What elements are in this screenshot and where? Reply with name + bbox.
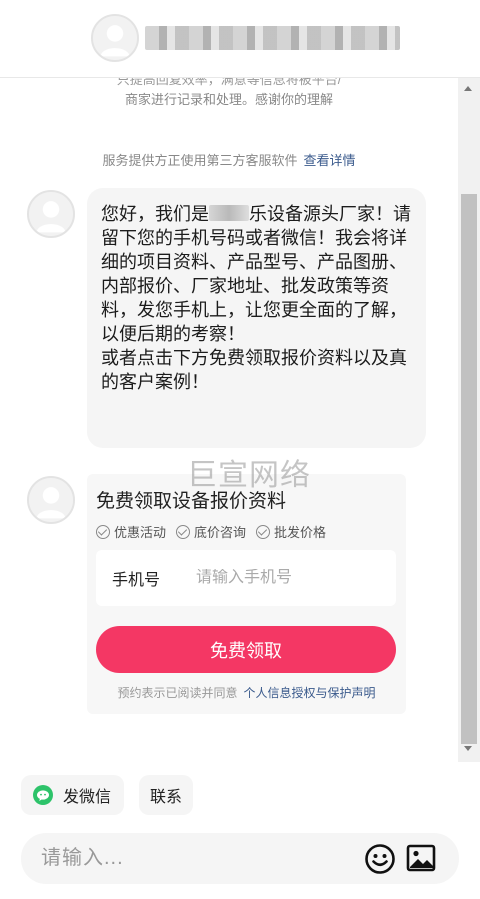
welcome-message-bubble: 您好，我们是 乐设备源头厂家！请留下您的手机号码或者微信！我会将详细的项目资料、产… <box>87 188 426 448</box>
send-wechat-label: 发微信 <box>63 789 112 806</box>
chat-scrollbar[interactable] <box>458 78 480 762</box>
check-circle-icon <box>256 524 271 539</box>
agreement-text: 预约表示已阅读并同意 <box>117 686 238 700</box>
view-details-link[interactable]: 查看详情 <box>304 153 356 168</box>
tag-label: 优惠活动 <box>114 525 167 540</box>
quote-request-form: 免费领取设备报价资料 优惠活动 底价咨询 批发价格 手机号 免费领取 预约表示已… <box>87 474 406 714</box>
message-text: 或者点击下方免费领取报价资料以及真的客户案例！ <box>101 348 407 392</box>
send-wechat-button[interactable]: 发微信 <box>21 775 124 815</box>
message-composer <box>21 833 459 884</box>
privacy-notice-line2: 商家进行记录和处理。感谢你的理解 <box>124 92 333 107</box>
agent-avatar <box>27 190 75 238</box>
scrollbar-thumb[interactable] <box>461 194 477 744</box>
agent-avatar <box>27 476 75 524</box>
check-circle-icon <box>96 524 110 539</box>
tag-label: 批发价格 <box>274 525 327 540</box>
service-note-text: 服务提供方正使用第三方客服软件 <box>102 153 298 168</box>
phone-input[interactable] <box>196 569 376 587</box>
contact-label: 联系 <box>149 789 182 806</box>
user-silhouette-icon <box>93 16 137 60</box>
message-text: 您好，我们是 <box>101 204 209 224</box>
phone-label: 手机号 <box>112 572 161 589</box>
redacted-text <box>209 205 249 221</box>
emoji-icon[interactable] <box>364 843 396 875</box>
contact-button[interactable]: 联系 <box>139 775 193 815</box>
wechat-icon <box>33 785 53 805</box>
scroll-up-arrow-icon[interactable] <box>464 86 472 91</box>
watermark: 巨宣网络 <box>187 459 311 492</box>
tag-item: 优惠活动 <box>96 522 166 541</box>
scroll-down-arrow-icon[interactable] <box>464 746 472 751</box>
chat-title <box>145 26 400 50</box>
message-text: 乐设备源头厂家！请留下您的手机号码或者微信！我会将详细的项目资料、产品型号、产品… <box>101 204 411 344</box>
tag-label: 底价咨询 <box>194 525 247 540</box>
agent-avatar <box>91 14 139 62</box>
form-tags: 优惠活动 底价咨询 批发价格 <box>96 522 326 541</box>
agreement-note: 预约表示已阅读并同意 个人信息授权与保护声明 <box>87 684 406 701</box>
service-provider-note: 服务提供方正使用第三方客服软件 查看详情 <box>0 150 458 169</box>
tag-item: 底价咨询 <box>176 522 246 541</box>
image-upload-icon[interactable] <box>406 843 436 873</box>
message-input[interactable] <box>41 841 341 875</box>
privacy-notice-line1: 只提高回复效率，满意等信息将被平台/ <box>116 78 342 87</box>
privacy-statement-link[interactable]: 个人信息授权与保护声明 <box>244 686 376 700</box>
user-silhouette-icon <box>29 192 73 236</box>
free-claim-button[interactable]: 免费领取 <box>96 626 396 673</box>
user-silhouette-icon <box>29 478 73 522</box>
phone-field-row: 手机号 <box>96 550 396 606</box>
tag-item: 批发价格 <box>256 522 326 541</box>
chat-history[interactable]: 只提高回复效率，满意等信息将被平台/ 商家进行记录和处理。感谢你的理解 服务提供… <box>0 78 458 762</box>
check-circle-icon <box>176 524 191 539</box>
chat-header <box>0 0 480 78</box>
